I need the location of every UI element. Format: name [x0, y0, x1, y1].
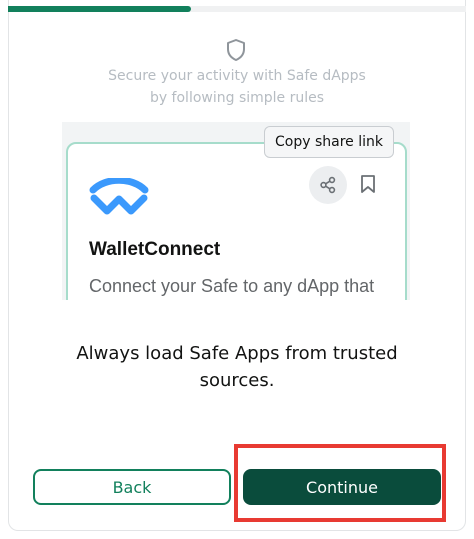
- back-button[interactable]: Back: [33, 469, 231, 505]
- app-title: WalletConnect: [89, 239, 221, 260]
- progress-fill: [8, 6, 192, 12]
- walletconnect-logo: [89, 178, 149, 215]
- progress-bar: [8, 6, 466, 12]
- subtitle: Secure your activity with Safe dApps by …: [0, 65, 474, 109]
- app-description: Connect your Safe to any dApp that: [89, 276, 375, 296]
- copy-share-link-tooltip: Copy share link: [264, 126, 394, 158]
- share-icon: [320, 176, 336, 194]
- share-button[interactable]: [309, 166, 347, 204]
- subtitle-line-2: by following simple rules: [149, 90, 325, 106]
- subtitle-line-1: Secure your activity with Safe dApps: [108, 68, 366, 84]
- app-preview: WalletConnect Connect your Safe to any d…: [62, 122, 410, 300]
- bookmark-icon[interactable]: [360, 174, 376, 194]
- highlight-box: [234, 444, 446, 522]
- info-message: Always load Safe Apps from trusted sourc…: [76, 343, 398, 391]
- shield-icon: [227, 39, 245, 61]
- app-card[interactable]: WalletConnect Connect your Safe to any d…: [66, 142, 407, 300]
